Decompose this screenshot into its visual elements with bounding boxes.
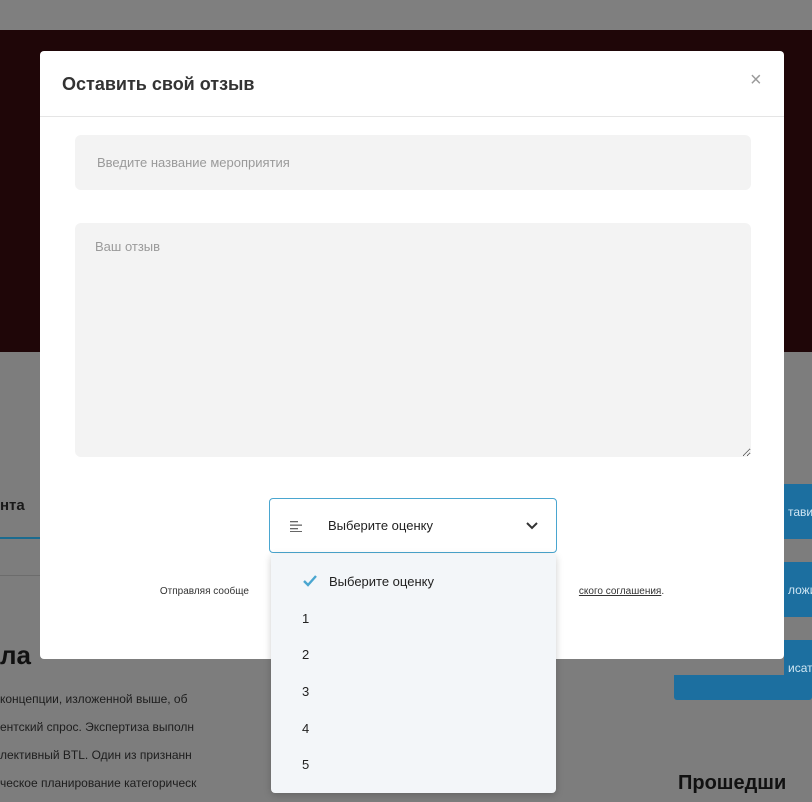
review-textarea[interactable] [75,223,751,457]
page-bottom-button[interactable] [674,675,812,700]
agreement-link[interactable]: ского соглашения [579,586,661,597]
page-tab-underline [0,537,40,539]
rating-select[interactable]: Выберите оценку [269,498,557,553]
rating-option-label: 3 [302,684,310,700]
modal-title: Оставить свой отзыв [62,74,255,94]
page-side-button[interactable]: тавить [784,484,812,539]
event-name-input[interactable] [75,135,751,190]
close-icon[interactable]: × [750,69,762,92]
rating-option-label: Выберите оценку [329,574,434,589]
rating-option[interactable]: 3 [271,674,556,711]
page-top-strip [0,0,812,30]
rating-option-label: 2 [302,647,310,663]
page-paragraph-line: лективный BTL. Один из признанн [0,748,192,762]
rating-option-label: 4 [302,720,310,736]
page-divider [0,575,40,576]
page-paragraph-line: ентский спрос. Экспертиза выполн [0,720,195,734]
rating-select-value: Выберите оценку [328,518,433,533]
list-icon [290,521,302,532]
rating-option-label: 1 [302,610,310,626]
rating-option[interactable]: Выберите оценку [271,564,556,601]
page-paragraph-line: ческое планирование категорическ [0,776,197,790]
rating-option[interactable]: 2 [271,637,556,674]
past-events-heading: Прошедши [678,772,787,794]
rating-option[interactable]: 1 [271,601,556,638]
modal-header: Оставить свой отзыв × [40,51,784,117]
page-paragraph-line: концепции, изложенной выше, об [0,692,188,706]
page-heading-fragment: ла [0,640,31,670]
consent-suffix: . [661,586,665,597]
page-side-button[interactable]: ложить [784,562,812,617]
check-icon [303,575,317,587]
rating-option-label: 5 [302,757,310,773]
rating-option[interactable]: 4 [271,711,556,748]
rating-dropdown: Выберите оценку 1 2 3 4 5 [271,554,556,793]
page-tab-fragment: нта [0,497,25,514]
rating-option[interactable]: 5 [271,747,556,784]
consent-prefix: Отправляя сообще [159,586,249,597]
chevron-down-icon [526,522,538,530]
